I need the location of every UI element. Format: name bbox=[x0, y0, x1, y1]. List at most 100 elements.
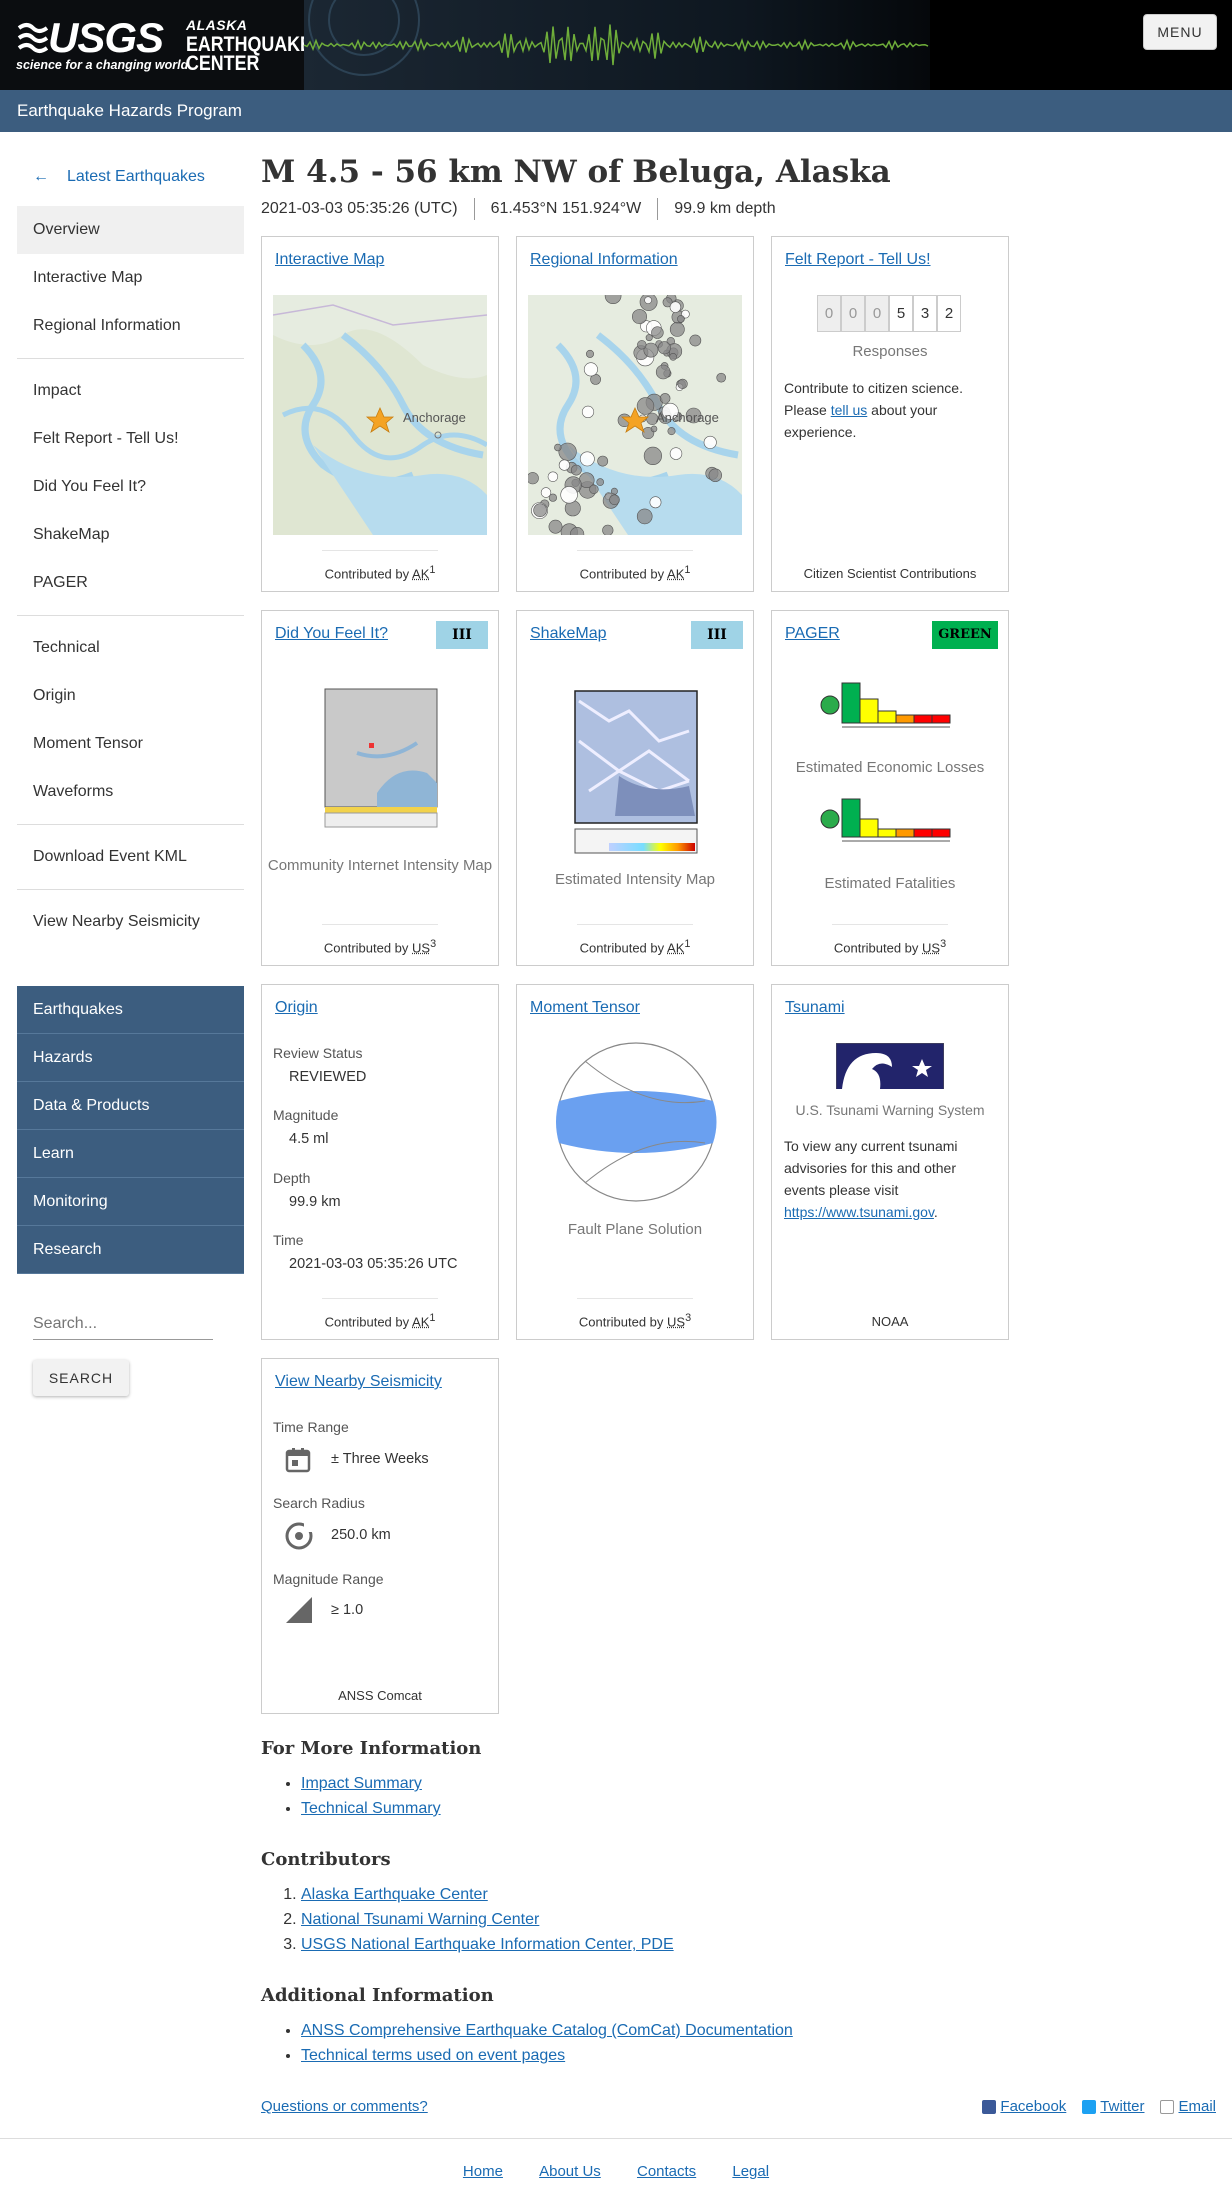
list-item: Technical terms used on event pages bbox=[301, 2043, 1216, 2068]
nav-origin[interactable]: Origin bbox=[17, 672, 244, 720]
earthquake-dot bbox=[637, 340, 647, 350]
nav-divider bbox=[17, 615, 244, 616]
dyfi-map-thumbnail[interactable] bbox=[317, 673, 445, 831]
dyfi-caption: Community Internet Intensity Map bbox=[267, 857, 493, 874]
interactive-map-thumbnail[interactable]: Anchorage bbox=[273, 295, 487, 535]
time-label: Time bbox=[273, 1232, 304, 1248]
card-title-link[interactable]: Moment Tensor bbox=[530, 999, 640, 1017]
search-radius-label: Search Radius bbox=[273, 1495, 365, 1511]
earthquake-dot bbox=[669, 352, 677, 361]
technical-summary-link[interactable]: Technical Summary bbox=[301, 1800, 441, 1817]
card-footer: Contributed by US3 bbox=[262, 923, 498, 955]
card-title-link[interactable]: Did You Feel It? bbox=[275, 625, 388, 643]
moment-tensor-caption: Fault Plane Solution bbox=[567, 1221, 703, 1238]
menu-button[interactable]: MENU bbox=[1143, 14, 1217, 50]
contributor-link[interactable]: USGS National Earthquake Information Cen… bbox=[301, 1936, 674, 1953]
site-nav-earthquakes[interactable]: Earthquakes bbox=[17, 986, 244, 1034]
card-title-link[interactable]: ShakeMap bbox=[530, 625, 607, 643]
facebook-icon bbox=[982, 2099, 997, 2114]
nav-interactive-map[interactable]: Interactive Map bbox=[17, 254, 244, 302]
card-title-link[interactable]: View Nearby Seismicity bbox=[275, 1373, 442, 1391]
pager-alert-badge: GREEN bbox=[932, 621, 998, 649]
earthquake-dot bbox=[636, 508, 653, 525]
program-title[interactable]: Earthquake Hazards Program bbox=[17, 101, 242, 121]
card-title-link[interactable]: Felt Report - Tell Us! bbox=[785, 251, 931, 269]
footer-contacts-link[interactable]: Contacts bbox=[637, 2163, 696, 2180]
pager-fatalities-histogram[interactable] bbox=[820, 797, 962, 859]
footer-about-link[interactable]: About Us bbox=[539, 2163, 601, 2180]
footer-legal-link[interactable]: Legal bbox=[732, 2163, 769, 2180]
earthquake-dot bbox=[669, 447, 683, 460]
earthquake-dot bbox=[609, 494, 620, 506]
nav-download-kml[interactable]: Download Event KML bbox=[17, 833, 244, 881]
technical-terms-link[interactable]: Technical terms used on event pages bbox=[301, 2047, 565, 2064]
back-to-latest-link[interactable]: ← Latest Earthquakes bbox=[17, 150, 244, 206]
email-link[interactable]: Email bbox=[1160, 2098, 1216, 2115]
beachball-icon[interactable] bbox=[555, 1041, 717, 1203]
nav-nearby-seismicity[interactable]: View Nearby Seismicity bbox=[17, 898, 244, 946]
contributor-link[interactable]: National Tsunami Warning Center bbox=[301, 1911, 539, 1928]
shakemap-thumbnail[interactable] bbox=[569, 681, 703, 857]
nav-dyfi[interactable]: Did You Feel It? bbox=[17, 463, 244, 511]
regional-map-thumbnail[interactable]: Anchorage bbox=[528, 295, 742, 535]
mmi-badge: III bbox=[691, 621, 743, 649]
tell-us-link[interactable]: tell us bbox=[831, 402, 868, 418]
card-title-link[interactable]: Tsunami bbox=[785, 999, 845, 1017]
tsunami-gov-link[interactable]: https://www.tsunami.gov bbox=[784, 1204, 934, 1220]
contributor-link[interactable]: Alaska Earthquake Center bbox=[301, 1886, 488, 1903]
card-footer: Contributed by AK1 bbox=[262, 1297, 498, 1329]
tsunami-warning-logo[interactable] bbox=[836, 1043, 944, 1093]
event-location: 61.453°N 151.924°W bbox=[490, 200, 642, 217]
nav-overview[interactable]: Overview bbox=[17, 206, 244, 254]
nav-technical[interactable]: Technical bbox=[17, 624, 244, 672]
card-title-link[interactable]: Origin bbox=[275, 999, 318, 1017]
pager-fatalities-caption: Estimated Fatalities bbox=[824, 875, 956, 892]
pager-economic-histogram[interactable] bbox=[820, 681, 962, 743]
card-title-link[interactable]: PAGER bbox=[785, 625, 840, 643]
card-moment-tensor: Moment Tensor Fault Plane Solution Contr… bbox=[516, 984, 754, 1340]
nav-regional-information[interactable]: Regional Information bbox=[17, 302, 244, 350]
nav-waveforms[interactable]: Waveforms bbox=[17, 768, 244, 816]
site-nav-hazards[interactable]: Hazards bbox=[17, 1034, 244, 1082]
earthquake-dot bbox=[677, 378, 688, 389]
event-title: M 4.5 - 56 km NW of Beluga, Alaska bbox=[261, 154, 891, 190]
event-main: M 4.5 - 56 km NW of Beluga, Alaska 2021-… bbox=[261, 150, 1216, 1714]
comcat-docs-link[interactable]: ANSS Comprehensive Earthquake Catalog (C… bbox=[301, 2022, 793, 2039]
site-nav-learn[interactable]: Learn bbox=[17, 1130, 244, 1178]
card-title-link[interactable]: Interactive Map bbox=[275, 251, 384, 269]
facebook-link[interactable]: Facebook bbox=[982, 2098, 1066, 2115]
nav-shakemap[interactable]: ShakeMap bbox=[17, 511, 244, 559]
magnitude-value: 4.5 ml bbox=[289, 1131, 329, 1147]
card-felt-report: Felt Report - Tell Us! 0 0 0 5 3 2 Respo… bbox=[771, 236, 1009, 592]
questions-link[interactable]: Questions or comments? bbox=[261, 2098, 428, 2115]
earthquake-dot bbox=[632, 309, 648, 325]
list-item: Impact Summary bbox=[301, 1771, 1216, 1796]
twitter-link[interactable]: Twitter bbox=[1082, 2098, 1144, 2115]
nav-moment-tensor[interactable]: Moment Tensor bbox=[17, 720, 244, 768]
time-range-value: ± Three Weeks bbox=[331, 1451, 429, 1467]
nav-impact[interactable]: Impact bbox=[17, 367, 244, 415]
impact-summary-link[interactable]: Impact Summary bbox=[301, 1775, 422, 1792]
earthquake-dot bbox=[597, 455, 609, 467]
card-title-link[interactable]: Regional Information bbox=[530, 251, 678, 269]
nav-pager[interactable]: PAGER bbox=[17, 559, 244, 607]
usgs-logo[interactable]: USGS science for a changing world ALASKA… bbox=[0, 0, 312, 90]
site-nav-research[interactable]: Research bbox=[17, 1226, 244, 1274]
search-button[interactable]: SEARCH bbox=[33, 1360, 129, 1396]
earthquake-dot bbox=[554, 443, 562, 452]
seismogram-graphic bbox=[303, 0, 929, 76]
list-item: Technical Summary bbox=[301, 1796, 1216, 1821]
earthquake-dot bbox=[708, 468, 723, 482]
time-range-label: Time Range bbox=[273, 1419, 349, 1435]
site-nav-data-products[interactable]: Data & Products bbox=[17, 1082, 244, 1130]
nav-felt-report[interactable]: Felt Report - Tell Us! bbox=[17, 415, 244, 463]
usgs-wordmark: USGS bbox=[48, 14, 164, 61]
search-input[interactable] bbox=[33, 1308, 213, 1340]
social-links: Facebook Twitter Email bbox=[982, 2098, 1216, 2115]
site-nav-monitoring[interactable]: Monitoring bbox=[17, 1178, 244, 1226]
card-footer: Citizen Scientist Contributions bbox=[803, 566, 977, 581]
footer-home-link[interactable]: Home bbox=[463, 2163, 503, 2180]
card-footer: Contributed by AK1 bbox=[262, 549, 498, 581]
pager-economic-caption: Estimated Economic Losses bbox=[795, 759, 985, 776]
earthquake-dot bbox=[669, 322, 685, 337]
